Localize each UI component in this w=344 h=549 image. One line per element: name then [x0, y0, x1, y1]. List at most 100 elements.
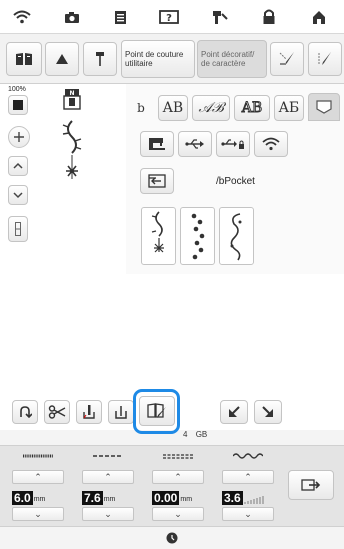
- plus-icon: [14, 132, 24, 142]
- decorative-stitch-pattern: [62, 120, 82, 179]
- stitch-edit-button[interactable]: [308, 42, 342, 76]
- needle-position-button[interactable]: [76, 400, 102, 424]
- wifi-icon: [262, 137, 280, 151]
- storage-value: 4: [183, 430, 188, 439]
- back-button[interactable]: [140, 168, 174, 194]
- book-icon: [16, 53, 32, 65]
- usb-lock-icon: [221, 139, 244, 149]
- font-label-4: AБ: [278, 100, 300, 116]
- lock-icon[interactable]: [257, 6, 281, 28]
- zigzag-width-icon: [23, 454, 53, 458]
- tension-decrease-button[interactable]: ⌄: [222, 507, 274, 521]
- chevron-down-icon: [13, 192, 23, 199]
- triangle-button[interactable]: [45, 42, 79, 76]
- pivot-icon: [115, 406, 127, 419]
- tab-utility-stitch[interactable]: Point de couture utilitaire: [121, 40, 195, 78]
- tension-wave-icon: [233, 453, 263, 459]
- presser-foot-icon: N: [63, 89, 81, 110]
- sewing-machine-icon: [149, 138, 165, 150]
- storage-indicator: 4 GB: [183, 430, 207, 439]
- offset-value: 0.00: [152, 491, 180, 505]
- clock-icon[interactable]: [166, 532, 178, 544]
- document-icon[interactable]: [108, 6, 132, 28]
- category-tabs: Point de couture utilitaire Point décora…: [0, 34, 344, 84]
- length-value-display: 7.6 mm: [82, 491, 115, 505]
- scroll-up-button[interactable]: [8, 156, 28, 176]
- needle-button[interactable]: [83, 42, 117, 76]
- font-label-3: AB: [241, 100, 263, 117]
- edit-pattern-button[interactable]: [270, 42, 304, 76]
- arrow-down-left-icon: [229, 406, 240, 417]
- stitch-item-1[interactable]: [141, 207, 176, 265]
- font-partial-glyph: b: [137, 101, 145, 115]
- svg-text:?: ?: [166, 13, 172, 24]
- stitch-item-2[interactable]: [180, 207, 215, 265]
- wifi-icon[interactable]: [10, 6, 34, 28]
- scissors-icon: [48, 405, 66, 419]
- move-right-button[interactable]: [254, 400, 282, 424]
- width-unit: mm: [33, 496, 46, 503]
- settings-apply-button[interactable]: [288, 470, 334, 500]
- length-increase-button[interactable]: ⌃: [82, 470, 134, 484]
- arrow-down-right-icon: [262, 406, 273, 417]
- offset-decrease-button[interactable]: ⌄: [152, 507, 204, 521]
- width-decrease-button[interactable]: ⌄: [12, 507, 64, 521]
- stitch-length-icon: [93, 455, 123, 457]
- thread-icon[interactable]: [208, 6, 232, 28]
- needle-icon: [96, 52, 104, 66]
- reverse-stitch-button[interactable]: [12, 400, 38, 424]
- stitch-item-3[interactable]: [219, 207, 254, 265]
- chevron-up-icon: [13, 162, 23, 169]
- font-item-3[interactable]: AB: [234, 95, 270, 121]
- tension-increase-button[interactable]: ⌃: [222, 470, 274, 484]
- vertical-scrollbar[interactable]: [8, 216, 28, 242]
- pattern-book-button[interactable]: [6, 42, 42, 76]
- add-button[interactable]: [8, 126, 30, 148]
- usb-button-2[interactable]: [216, 131, 250, 157]
- help-icon[interactable]: ?: [156, 6, 182, 28]
- thread-cut-button[interactable]: [44, 400, 70, 424]
- status-bar: ?: [0, 0, 344, 34]
- offset-icon: [163, 454, 193, 459]
- stitch-pattern-2: [191, 213, 205, 260]
- font-item-2[interactable]: 𝒜ℬ: [192, 95, 230, 121]
- scrollbar-icon: [15, 222, 21, 236]
- pattern-memory-button[interactable]: [139, 396, 175, 426]
- machine-memory-button[interactable]: [140, 131, 174, 157]
- offset-increase-button[interactable]: ⌃: [152, 470, 204, 484]
- width-value-display: 6.0 mm: [12, 491, 45, 505]
- color-block-button[interactable]: [8, 95, 28, 115]
- home-icon[interactable]: [307, 6, 331, 28]
- font-item-1[interactable]: AB: [158, 95, 188, 121]
- pocket-tab[interactable]: [308, 93, 340, 121]
- footer-bar: [0, 527, 344, 549]
- storage-unit: GB: [195, 430, 208, 439]
- length-value: 7.6: [82, 491, 103, 505]
- tension-setting: ⌃ 3.6 ⌄: [216, 446, 280, 528]
- font-item-partial[interactable]: b: [130, 95, 152, 121]
- scroll-down-button[interactable]: [8, 185, 28, 205]
- stitch-edit-icon: [318, 52, 331, 65]
- offset-value-display: 0.00 mm: [152, 491, 192, 505]
- stitch-settings: ⌃ 6.0 mm ⌄ ⌃ 7.6 mm ⌄ ⌃ 0.00 mm ⌄ ⌃ 3.6 …: [0, 445, 344, 527]
- width-setting: ⌃ 6.0 mm ⌄: [6, 446, 70, 528]
- font-label-2: 𝒜ℬ: [198, 100, 224, 116]
- pivot-button[interactable]: [108, 400, 134, 424]
- tension-value-display: 3.6: [222, 491, 266, 505]
- length-setting: ⌃ 7.6 mm ⌄: [76, 446, 140, 528]
- offset-setting: ⌃ 0.00 mm ⌄: [146, 446, 210, 528]
- camera-icon[interactable]: [60, 6, 84, 28]
- move-left-button[interactable]: [220, 400, 248, 424]
- tab-decorative-stitch[interactable]: Point décoratif/ de caractère: [197, 40, 267, 78]
- wireless-button[interactable]: [254, 131, 288, 157]
- pocket-path: /bPocket: [216, 176, 255, 187]
- stitch-pattern-1: [151, 211, 164, 253]
- width-increase-button[interactable]: ⌃: [12, 470, 64, 484]
- triangle-icon: [56, 54, 68, 64]
- length-unit: mm: [103, 496, 116, 503]
- font-item-4[interactable]: AБ: [274, 95, 304, 121]
- usb-button-1[interactable]: [178, 131, 212, 157]
- length-decrease-button[interactable]: ⌄: [82, 507, 134, 521]
- font-label-1: AB: [162, 100, 184, 116]
- offset-unit: mm: [180, 496, 193, 503]
